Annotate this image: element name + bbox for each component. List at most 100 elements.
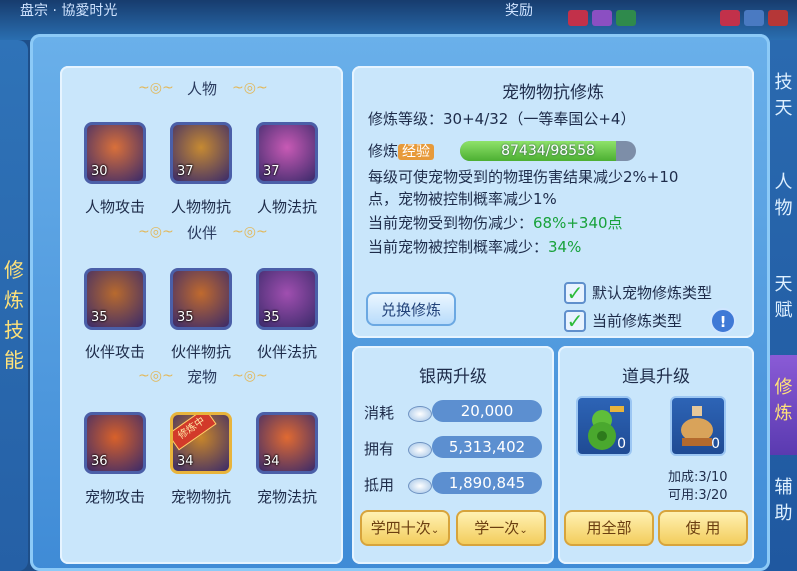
item-count: 0	[617, 436, 626, 452]
default-type-checkbox[interactable]: ✓	[564, 282, 586, 304]
bonus-text: 加成:3/10	[668, 470, 728, 485]
current-type-checkbox[interactable]: ✓	[564, 310, 586, 332]
left-tab-char: 能	[4, 348, 24, 372]
help-icon[interactable]: !	[710, 308, 736, 334]
desc-line1: 每级可使宠物受到的物理伤害结果减少2%+10	[368, 168, 679, 186]
left-tab-char: 技	[4, 318, 24, 342]
item-upgrade-panel: 道具升级 0 0 加成:3/10 可用:3/20 用全部 使 用	[558, 346, 754, 564]
exp-progress-bar: 87434/98558	[460, 141, 636, 161]
skill-name: 宠物物抗	[170, 488, 231, 506]
have-value: 5,313,402	[432, 436, 542, 458]
skill-level: 35	[91, 310, 108, 325]
exp-tag: 经验	[398, 144, 435, 160]
skill-level: 35	[263, 310, 280, 325]
exp-progress-text: 87434/98558	[501, 143, 595, 159]
skill-level: 34	[177, 454, 194, 469]
tab-character[interactable]: 人 物	[770, 170, 797, 222]
silver-upgrade-panel: 银两升级 消耗 20,000 拥有 5,313,402 抵用 1,890,845…	[352, 346, 554, 564]
item-count: 0	[711, 436, 720, 452]
tab-assist[interactable]: 辅 助	[770, 475, 797, 527]
use-all-button[interactable]: 用全部	[564, 510, 654, 546]
vase-item-slot[interactable]: 0	[670, 396, 726, 456]
ornament-right-icon: ~◎~	[232, 368, 268, 384]
consume-value: 20,000	[432, 400, 542, 422]
skill-list-panel: ~◎~ 人物 ~◎~ 30 37 37 人物攻击 人物物抗 人物法抗 ~◎~ 伙…	[60, 66, 343, 564]
current-control-reduction: 当前宠物被控制概率减少：34%	[368, 236, 581, 257]
skill-icon-partner-physical[interactable]: 35	[170, 268, 232, 330]
current-value: 34%	[548, 238, 582, 256]
top-badge-icon[interactable]	[568, 10, 588, 26]
tab-talent[interactable]: 天 赋	[770, 272, 797, 324]
item-title: 道具升级	[622, 367, 690, 387]
skill-level: 36	[91, 454, 108, 469]
tab-training[interactable]: 修 炼	[770, 375, 797, 427]
skill-icon-pet-magic[interactable]: 34	[256, 412, 318, 474]
left-tab-char: 炼	[4, 288, 24, 312]
learn-forty-button[interactable]: 学四十次⌄	[360, 510, 450, 546]
top-badge-icon[interactable]	[720, 10, 740, 26]
current-label: 当前宠物受到物伤减少：	[368, 214, 534, 232]
usable-text: 可用:3/20	[668, 488, 728, 503]
current-type-label: 当前修炼类型	[592, 312, 683, 330]
training-level-value: 30+4/32（一等奉国公+4）	[443, 110, 636, 128]
top-badge-icon[interactable]	[616, 10, 636, 26]
ornament-right-icon: ~◎~	[232, 224, 268, 240]
skill-level: 37	[177, 164, 194, 179]
skill-icon-person-magic[interactable]: 37	[256, 122, 318, 184]
deduct-value: 1,890,845	[432, 472, 542, 494]
training-level: 修炼等级：30+4/32（一等奉国公+4）	[368, 108, 635, 129]
top-right-text: 奖励	[505, 3, 533, 19]
left-tab-char: 修	[4, 258, 24, 282]
skill-name: 伙伴攻击	[84, 343, 145, 361]
top-badge-icon[interactable]	[592, 10, 612, 26]
top-badge-icon[interactable]	[768, 10, 788, 26]
skill-name: 人物法抗	[256, 198, 317, 216]
training-level-label: 修炼等级：	[368, 110, 444, 128]
skill-name: 宠物攻击	[84, 488, 145, 506]
skill-level: 35	[177, 310, 194, 325]
exchange-training-button[interactable]: 兑换修炼	[366, 292, 456, 326]
current-label: 当前宠物被控制概率减少：	[368, 238, 549, 256]
desc-line2: 点，宠物被控制概率减少1%	[368, 190, 557, 208]
silver-coin-icon	[408, 478, 432, 494]
deduct-label: 抵用	[364, 476, 395, 494]
left-tab-label: 修 炼 技 能	[4, 255, 24, 375]
skill-name: 伙伴物抗	[170, 343, 231, 361]
learn-once-button[interactable]: 学一次⌄	[456, 510, 546, 546]
learn-once-label: 学一次	[474, 519, 520, 537]
skill-icon-partner-magic[interactable]: 35	[256, 268, 318, 330]
exp-label-text: 修炼	[368, 142, 399, 160]
chevron-down-icon: ⌄	[519, 525, 528, 536]
top-left-text: 盘宗 · 協愛时光	[20, 3, 118, 19]
exp-label: 修炼 经验	[368, 140, 435, 161]
have-label: 拥有	[364, 440, 395, 458]
tab-skill[interactable]: 技 天	[770, 70, 797, 122]
chevron-down-icon: ⌄	[430, 525, 440, 536]
default-type-label: 默认宠物修炼类型	[592, 284, 713, 302]
skill-name: 宠物法抗	[256, 488, 317, 506]
skill-icon-partner-attack[interactable]: 35	[84, 268, 146, 330]
training-badge: 修炼中	[173, 415, 217, 451]
use-button[interactable]: 使 用	[658, 510, 748, 546]
skill-icon-pet-attack[interactable]: 36	[84, 412, 146, 474]
consume-label: 消耗	[364, 404, 395, 422]
skill-level: 37	[263, 164, 280, 179]
gourd-item-slot[interactable]: 0	[576, 396, 632, 456]
current-value: 68%+340点	[533, 214, 623, 232]
ornament-right-icon: ~◎~	[232, 80, 268, 96]
current-physical-reduction: 当前宠物受到物伤减少：68%+340点	[368, 212, 623, 233]
skill-icon-person-physical[interactable]: 37	[170, 122, 232, 184]
training-detail-panel: 宠物物抗修炼 修炼等级：30+4/32（一等奉国公+4） 修炼 经验 87434/…	[352, 66, 754, 338]
skill-name: 人物攻击	[84, 198, 145, 216]
left-category-tab[interactable]: 修 炼 技 能	[0, 40, 28, 571]
silver-coin-icon	[408, 442, 432, 458]
detail-title: 宠物物抗修炼	[502, 83, 604, 103]
skill-icon-pet-physical[interactable]: 34 修炼中	[170, 412, 232, 474]
skill-name: 人物物抗	[170, 198, 231, 216]
silver-coin-icon	[408, 406, 432, 422]
learn-forty-label: 学四十次	[370, 519, 431, 537]
top-badge-icon[interactable]	[744, 10, 764, 26]
skill-icon-person-attack[interactable]: 30	[84, 122, 146, 184]
silver-title: 银两升级	[419, 367, 487, 387]
skill-level: 34	[263, 454, 280, 469]
